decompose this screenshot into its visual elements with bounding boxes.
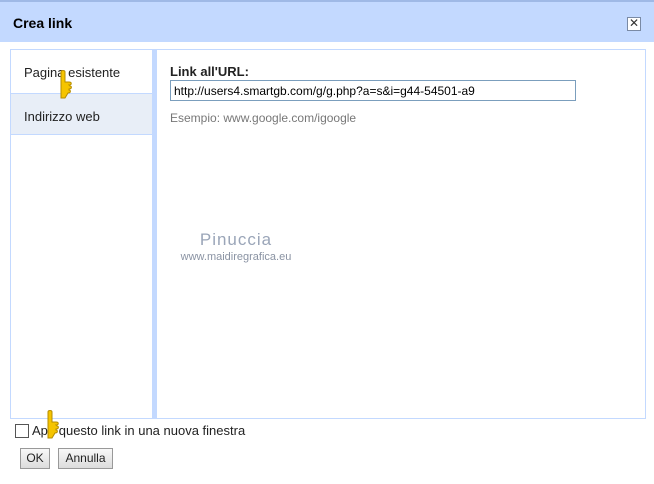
tab-existing-page[interactable]: Pagina esistente <box>11 50 152 92</box>
new-window-checkbox[interactable] <box>15 424 29 438</box>
pointer-hand-icon <box>60 70 72 99</box>
url-form: Link all'URL: Esempio: www.google.com/ig… <box>170 64 576 125</box>
watermark: Pinuccia www.maidiregrafica.eu <box>161 230 311 263</box>
close-icon[interactable]: ✕ <box>627 17 641 31</box>
cancel-button[interactable]: Annulla <box>58 448 113 469</box>
tab-web-address-label: Indirizzo web <box>24 109 100 124</box>
link-type-sidebar: Pagina esistente Indirizzo web <box>11 50 152 418</box>
url-input[interactable] <box>170 80 576 101</box>
dialog-title: Crea link <box>13 15 73 31</box>
ok-button[interactable]: OK <box>20 448 50 469</box>
tab-web-address[interactable]: Indirizzo web <box>11 93 152 135</box>
dialog-content-panel: Pagina esistente Indirizzo web Link all'… <box>10 49 646 419</box>
sidebar-divider <box>152 50 157 418</box>
pointer-hand-icon <box>47 410 59 439</box>
dialog-body: Pagina esistente Indirizzo web Link all'… <box>0 42 654 484</box>
url-label: Link all'URL: <box>170 64 249 79</box>
url-example-text: Esempio: www.google.com/igoogle <box>170 111 357 125</box>
dialog-footer: Apri questo link in una nuova finestra O… <box>0 419 654 484</box>
watermark-url: www.maidiregrafica.eu <box>180 251 292 263</box>
dialog-titlebar: Crea link ✕ <box>0 0 654 42</box>
watermark-name: Pinuccia <box>199 230 273 249</box>
create-link-dialog: Crea link ✕ Pagina esistente Indirizzo w… <box>0 0 654 484</box>
new-window-checkbox-label: Apri questo link in una nuova finestra <box>32 423 246 438</box>
